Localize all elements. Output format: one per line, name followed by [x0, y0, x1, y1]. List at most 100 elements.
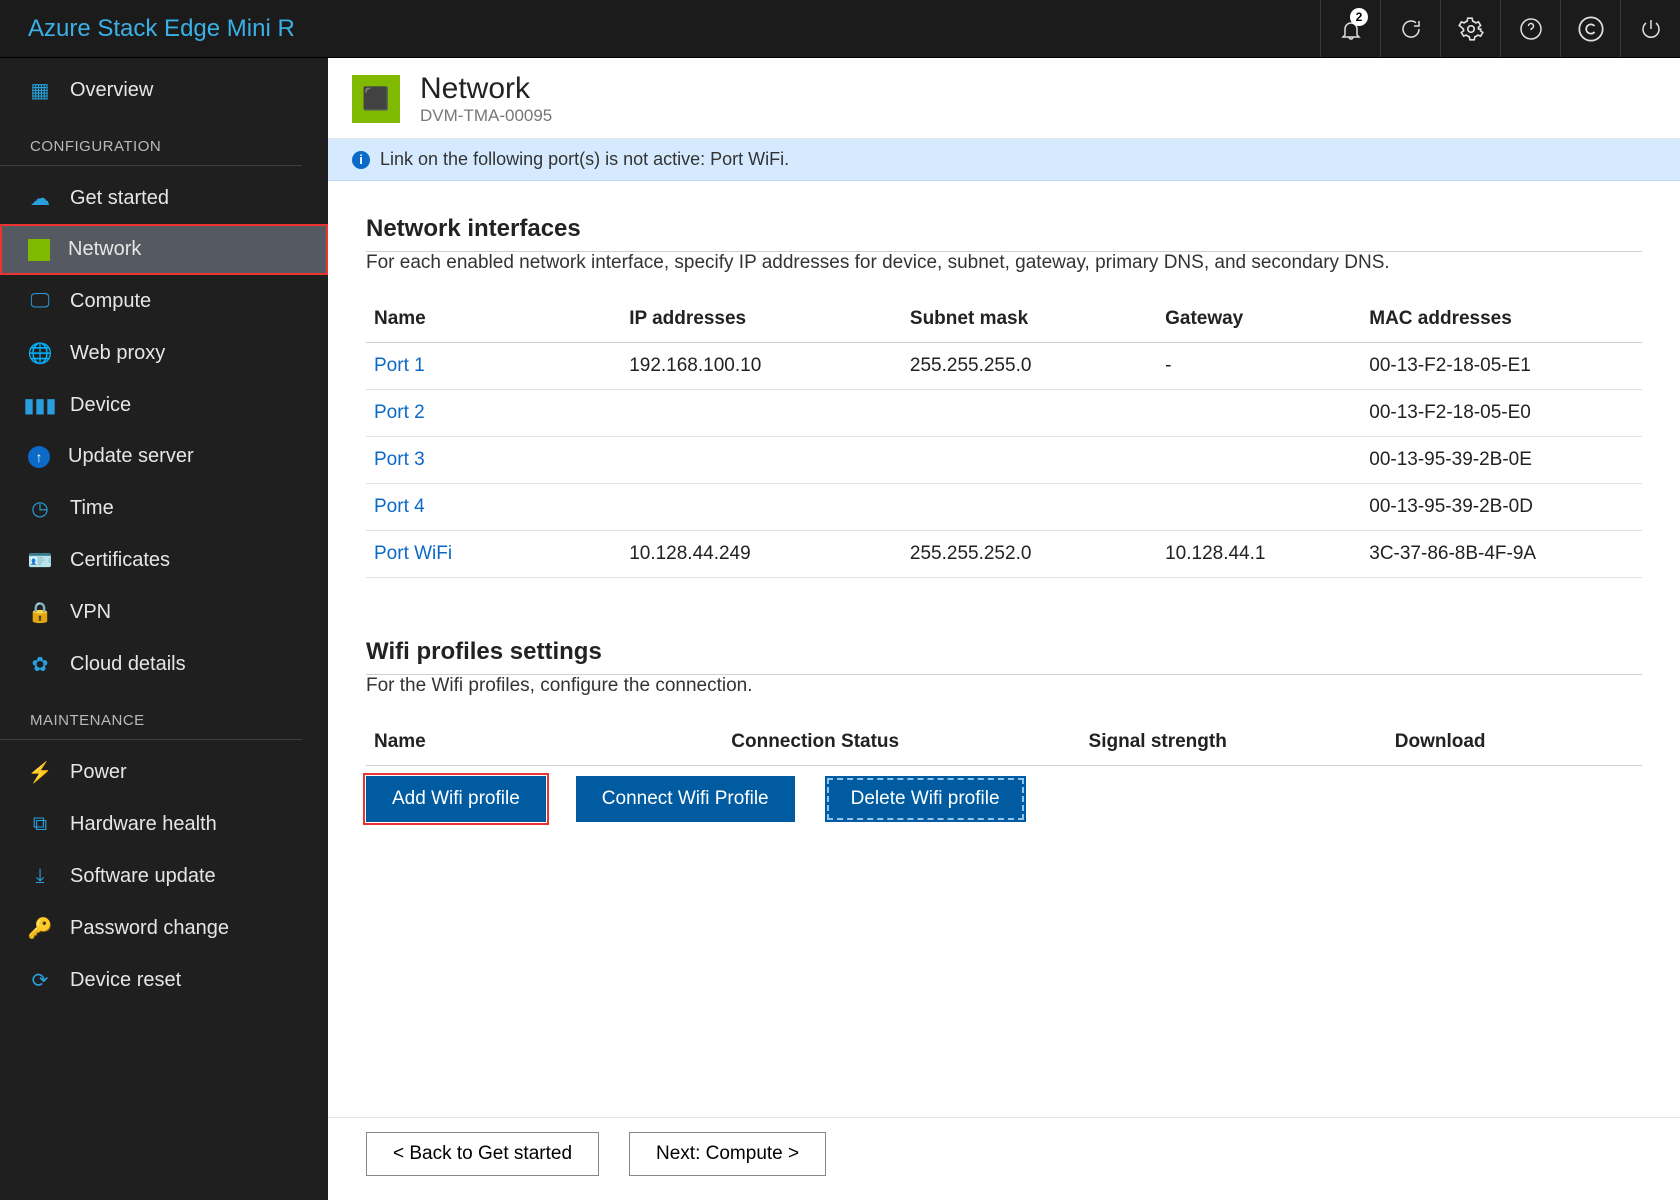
nav-label: Network: [68, 238, 141, 261]
connect-wifi-profile-button[interactable]: Connect Wifi Profile: [576, 776, 795, 822]
notifications-button[interactable]: 2: [1320, 0, 1380, 57]
nav-web-proxy[interactable]: 🌐Web proxy: [0, 327, 328, 379]
key-icon: 🔑: [28, 916, 52, 940]
cell-subnet: 255.255.252.0: [902, 531, 1157, 578]
brand-title: Azure Stack Edge Mini R: [0, 15, 295, 43]
help-icon: [1519, 17, 1543, 41]
th-ip: IP addresses: [621, 296, 902, 343]
nav-label: Overview: [70, 79, 153, 102]
network-interfaces-heading: Network interfaces: [366, 215, 1642, 243]
th-wifi-ss: Signal strength: [1081, 719, 1387, 766]
top-icon-group: 2: [1320, 0, 1680, 57]
settings-button[interactable]: [1440, 0, 1500, 57]
th-name: Name: [366, 296, 621, 343]
page-header: ⬛ Network DVM-TMA-00095: [328, 58, 1680, 139]
nav-label: Password change: [70, 917, 229, 940]
port-link[interactable]: Port 3: [374, 449, 425, 470]
sidebar: ▦ Overview CONFIGURATION ☁Get started Net…: [0, 58, 328, 1200]
nav-label: Hardware health: [70, 813, 217, 836]
clock-icon: ◷: [28, 496, 52, 520]
arrow-up-circle-icon: ↑: [28, 446, 50, 468]
th-mac: MAC addresses: [1361, 296, 1642, 343]
nav-device[interactable]: ▮▮▮Device: [0, 379, 328, 431]
wifi-profiles-table: Name Connection Status Signal strength D…: [366, 719, 1642, 766]
wifi-profiles-desc: For the Wifi profiles, configure the con…: [366, 675, 1642, 697]
nav-password-change[interactable]: 🔑 Password change: [0, 902, 328, 954]
page-logo-icon: ⬛: [352, 75, 400, 123]
main-content: ⬛ Network DVM-TMA-00095 i Link on the fo…: [328, 58, 1680, 1200]
back-button[interactable]: < Back to Get started: [366, 1132, 599, 1176]
nav-vpn[interactable]: 🔒VPN: [0, 586, 328, 638]
cell-ip: [621, 484, 902, 531]
cell-mac: 3C-37-86-8B-4F-9A: [1361, 531, 1642, 578]
nav-label: Update server: [68, 445, 194, 468]
th-gateway: Gateway: [1157, 296, 1361, 343]
power-button[interactable]: [1620, 0, 1680, 57]
copyright-button[interactable]: [1560, 0, 1620, 57]
nav-power[interactable]: ⚡Power: [0, 746, 328, 798]
nav-compute[interactable]: 🖵 Compute: [0, 275, 328, 327]
notification-count-badge: 2: [1350, 8, 1368, 26]
table-row: Port 1192.168.100.10255.255.255.0-00-13-…: [366, 343, 1642, 390]
nav-label: Get started: [70, 187, 169, 210]
page-title: Network: [420, 72, 552, 106]
port-link[interactable]: Port 2: [374, 402, 425, 423]
info-icon: i: [352, 151, 370, 169]
cell-gw: [1157, 437, 1361, 484]
nav-label: Compute: [70, 290, 151, 313]
nav-label: VPN: [70, 601, 111, 624]
overview-icon: ▦: [28, 78, 52, 102]
nav-software-update[interactable]: ⤓ Software update: [0, 850, 328, 902]
help-button[interactable]: [1500, 0, 1560, 57]
download-icon: ⤓: [28, 864, 52, 888]
th-wifi-cs: Connection Status: [723, 719, 1080, 766]
nav-device-reset[interactable]: ⟳Device reset: [0, 954, 328, 1006]
nav-network[interactable]: Network: [0, 224, 328, 275]
port-link[interactable]: Port 1: [374, 355, 425, 376]
nav-get-started[interactable]: ☁Get started: [0, 172, 328, 224]
port-link[interactable]: Port WiFi: [374, 543, 452, 564]
cell-mac: 00-13-F2-18-05-E1: [1361, 343, 1642, 390]
sidebar-section-maint: MAINTENANCE: [0, 690, 302, 740]
content-area: Network interfaces For each enabled netw…: [328, 181, 1680, 1117]
nav-hardware-health[interactable]: ⧉Hardware health: [0, 798, 328, 850]
monitor-icon: 🖵: [28, 289, 52, 313]
nav-label: Cloud details: [70, 653, 186, 676]
info-banner: i Link on the following port(s) is not a…: [328, 139, 1680, 181]
cell-gw: [1157, 484, 1361, 531]
copyright-icon: [1577, 15, 1605, 43]
cell-mac: 00-13-F2-18-05-E0: [1361, 390, 1642, 437]
nav-label: Software update: [70, 865, 216, 888]
cell-ip: [621, 390, 902, 437]
nav-time[interactable]: ◷ Time: [0, 482, 328, 534]
nav-certificates[interactable]: 🪪Certificates: [0, 534, 328, 586]
nav-update-server[interactable]: ↑ Update server: [0, 431, 328, 482]
port-link[interactable]: Port 4: [374, 496, 425, 517]
cell-mac: 00-13-95-39-2B-0D: [1361, 484, 1642, 531]
cell-mac: 00-13-95-39-2B-0E: [1361, 437, 1642, 484]
cell-ip: 10.128.44.249: [621, 531, 902, 578]
th-wifi-name: Name: [366, 719, 723, 766]
wifi-profiles-heading: Wifi profiles settings: [366, 638, 1642, 666]
add-wifi-profile-button[interactable]: Add Wifi profile: [366, 776, 546, 822]
th-wifi-dl: Download: [1387, 719, 1642, 766]
cell-gw: -: [1157, 343, 1361, 390]
wifi-button-row: Add Wifi profile Connect Wifi Profile De…: [366, 776, 1642, 822]
info-banner-text: Link on the following port(s) is not act…: [380, 149, 789, 170]
sidebar-section-config: CONFIGURATION: [0, 116, 302, 166]
table-row: Port 4 00-13-95-39-2B-0D: [366, 484, 1642, 531]
nav-overview[interactable]: ▦ Overview: [0, 64, 328, 116]
th-subnet: Subnet mask: [902, 296, 1157, 343]
nav-cloud-details[interactable]: ✿Cloud details: [0, 638, 328, 690]
gear-icon: [1458, 16, 1484, 42]
refresh-button[interactable]: [1380, 0, 1440, 57]
table-row: Port 2 00-13-F2-18-05-E0: [366, 390, 1642, 437]
nav-label: Device: [70, 394, 131, 417]
refresh-icon: [1399, 17, 1423, 41]
certificate-icon: 🪪: [28, 548, 52, 572]
cell-subnet: [902, 390, 1157, 437]
nav-label: Time: [70, 497, 114, 520]
cell-ip: [621, 437, 902, 484]
delete-wifi-profile-button[interactable]: Delete Wifi profile: [825, 776, 1026, 822]
next-button[interactable]: Next: Compute >: [629, 1132, 826, 1176]
